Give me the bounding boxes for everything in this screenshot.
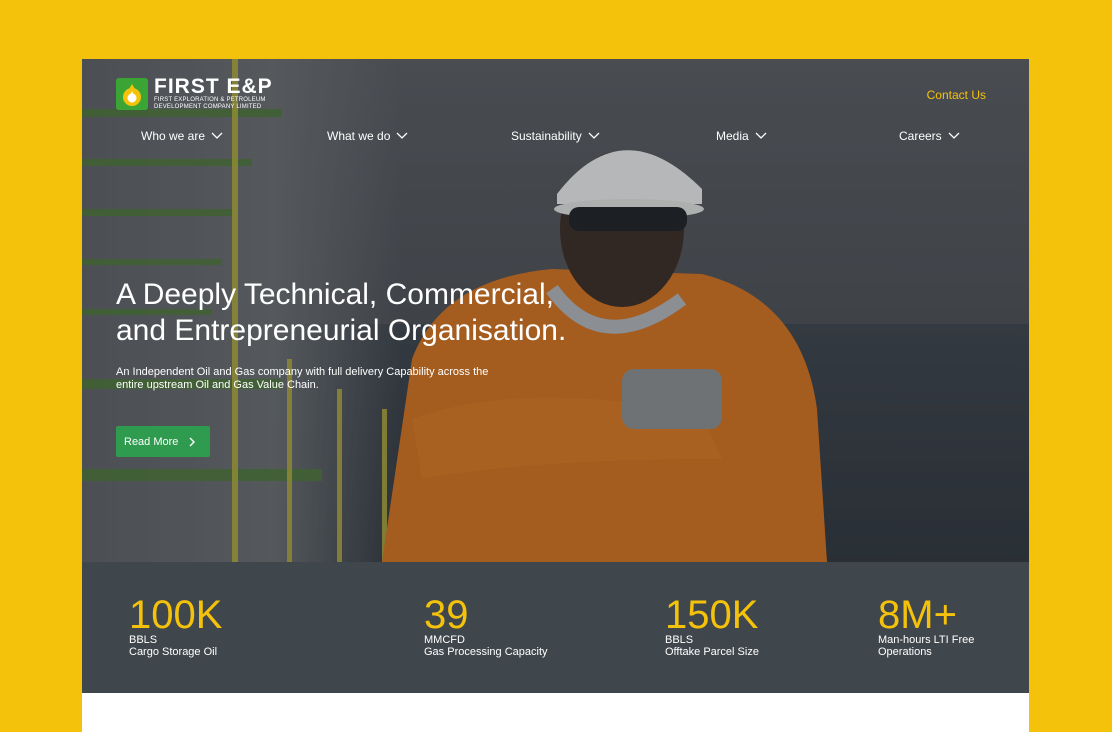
- stat-unit: Man-hours LTI Free: [878, 634, 975, 646]
- stat-item: 150K BBLS Offtake Parcel Size: [665, 593, 759, 658]
- hero-subtext: An Independent Oil and Gas company with …: [116, 366, 546, 392]
- chevron-down-icon: [588, 132, 600, 139]
- hero-headline-line-1: A Deeply Technical, Commercial,: [116, 278, 554, 311]
- stat-value: 8M+: [878, 593, 957, 637]
- nav-item-who-we-are[interactable]: Who we are: [141, 129, 223, 143]
- stat-value: 39: [424, 593, 469, 637]
- chevron-right-icon: [189, 437, 196, 446]
- chevron-down-icon: [211, 132, 223, 139]
- hero-headline: A Deeply Technical, Commercial, and Entr…: [116, 277, 676, 349]
- stat-label: Operations: [878, 646, 932, 658]
- hero-headline-line-2: and Entrepreneurial Organisation.: [116, 314, 567, 347]
- hero-subtext-line-2: entire upstream Oil and Gas Value Chain.: [116, 379, 319, 391]
- nav-item-label: Sustainability: [511, 129, 582, 143]
- chevron-down-icon: [755, 132, 767, 139]
- chevron-down-icon: [396, 132, 408, 139]
- nav-item-what-we-do[interactable]: What we do: [327, 129, 408, 143]
- stat-item: 39 MMCFD Gas Processing Capacity: [424, 593, 548, 658]
- nav-item-media[interactable]: Media: [716, 129, 767, 143]
- read-more-button[interactable]: Read More: [116, 426, 210, 457]
- stat-item: 100K BBLS Cargo Storage Oil: [129, 593, 223, 658]
- nav-item-sustainability[interactable]: Sustainability: [511, 129, 600, 143]
- nav-item-label: Careers: [899, 129, 942, 143]
- stats-bar: 100K BBLS Cargo Storage Oil 39 MMCFD Gas…: [82, 562, 1029, 693]
- chevron-down-icon: [948, 132, 960, 139]
- read-more-label: Read More: [124, 435, 179, 448]
- oil-drop-icon: [123, 84, 141, 106]
- brand-subline-2: DEVELOPMENT COMPANY LIMITED: [154, 104, 262, 110]
- stat-unit: MMCFD: [424, 634, 465, 646]
- stat-label: Gas Processing Capacity: [424, 646, 548, 658]
- stat-value: 150K: [665, 593, 759, 637]
- brand-name: FIRST E&P: [154, 75, 273, 98]
- contact-us-link[interactable]: Contact Us: [927, 88, 986, 102]
- nav-item-label: Who we are: [141, 129, 206, 143]
- stat-label: Offtake Parcel Size: [665, 646, 759, 658]
- stat-item: 8M+ Man-hours LTI Free Operations: [878, 593, 975, 658]
- stat-label: Cargo Storage Oil: [129, 646, 218, 658]
- page-frame: FIRST E&P FIRST EXPLORATION & PETROLEUM …: [82, 59, 1029, 732]
- hero-section: FIRST E&P FIRST EXPLORATION & PETROLEUM …: [82, 59, 1029, 562]
- nav-item-label: Media: [716, 129, 749, 143]
- main-nav: Who we are What we do Sustainability Med…: [82, 129, 1029, 145]
- brand-subline-1: FIRST EXPLORATION & PETROLEUM: [154, 97, 266, 103]
- logo[interactable]: FIRST E&P FIRST EXPLORATION & PETROLEUM …: [116, 75, 273, 111]
- stat-value: 100K: [129, 593, 223, 637]
- hero-subtext-line-1: An Independent Oil and Gas company with …: [116, 366, 489, 378]
- nav-item-label: What we do: [327, 129, 391, 143]
- nav-item-careers[interactable]: Careers: [899, 129, 960, 143]
- logo-mark: [116, 78, 148, 110]
